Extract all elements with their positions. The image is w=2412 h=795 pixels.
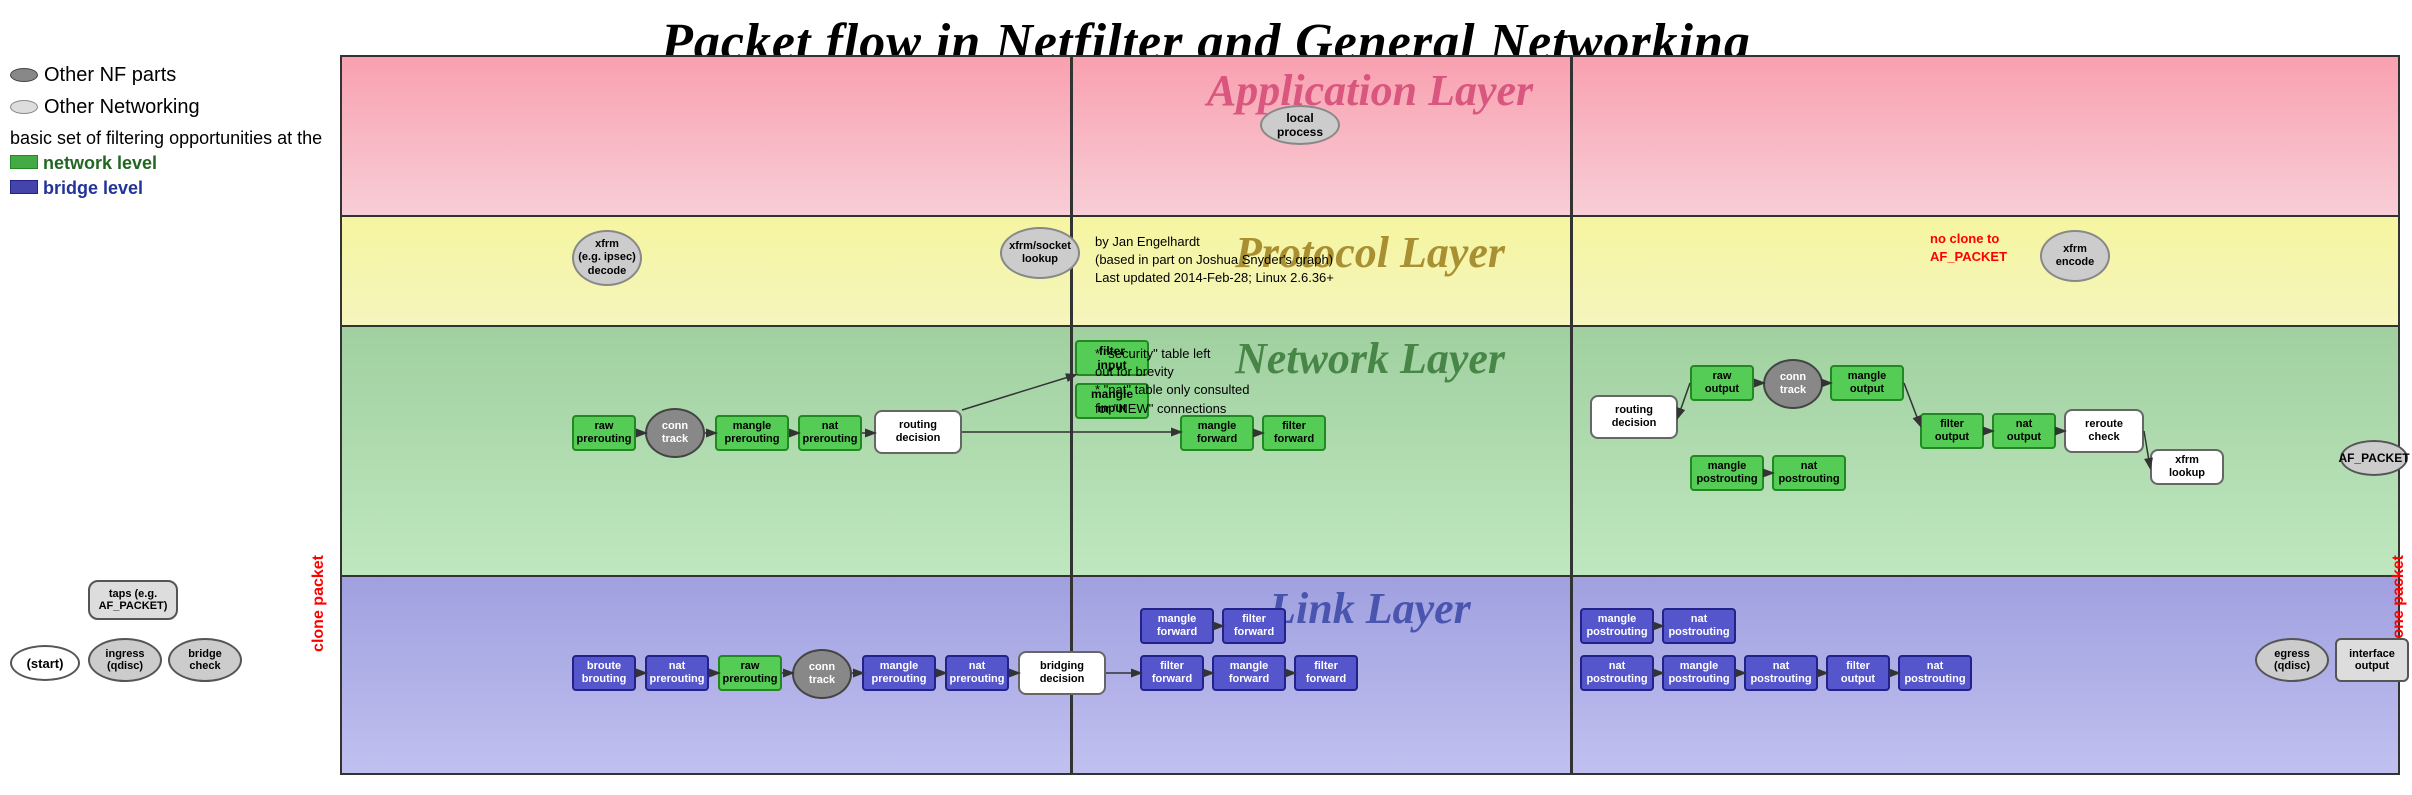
- legend-net-icon: [10, 100, 38, 114]
- layer-network-label: Network Layer: [342, 327, 2398, 384]
- node-filter-forward-link2: filterforward: [1294, 655, 1358, 691]
- node-nat-postrouting-link: natpostrouting: [1580, 655, 1654, 691]
- node-conntrack-out: conntrack: [1763, 359, 1823, 409]
- diagram: Application Layer Protocol Layer Network…: [340, 55, 2400, 775]
- node-nat-postrouting-net: natpostrouting: [1772, 455, 1846, 491]
- node-routing-decision-out: routingdecision: [1590, 395, 1678, 439]
- node-raw-prerouting-net: rawprerouting: [572, 415, 636, 451]
- node-nat-output: natoutput: [1992, 413, 2056, 449]
- node-mangle-forward-link: mangleforward: [1212, 655, 1286, 691]
- node-routing-decision-net: routingdecision: [874, 410, 962, 454]
- node-nat-postrouting-link3: natpostrouting: [1898, 655, 1972, 691]
- node-filter-output-link: filteroutput: [1826, 655, 1890, 691]
- legend-nf-icon: [10, 68, 38, 82]
- legend-blue-icon: [10, 180, 38, 194]
- node-af-packet-right: AF_PACKET: [2340, 440, 2408, 476]
- node-xfrm-encode: xfrmencode: [2040, 230, 2110, 282]
- node-xfrm-socket-lookup: xfrm/socketlookup: [1000, 227, 1080, 279]
- legend-green-icon: [10, 155, 38, 169]
- node-xfrm-decode: xfrm(e.g. ipsec)decode: [572, 230, 642, 286]
- node-mangle-output-net: mangleoutput: [1830, 365, 1904, 401]
- node-nat-postrouting-link-upper: natpostrouting: [1662, 608, 1736, 644]
- legend-net-label: Other Networking: [44, 92, 200, 122]
- node-mangle-prerouting-link: mangleprerouting: [862, 655, 936, 691]
- node-raw-output-net: rawoutput: [1690, 365, 1754, 401]
- node-egress-qdisc: egress(qdisc): [2255, 638, 2329, 682]
- divider-2: [1570, 55, 1573, 775]
- node-filter-output: filteroutput: [1920, 413, 1984, 449]
- node-nat-prerouting-link: natprerouting: [645, 655, 709, 691]
- clone-label-left: clone packet: [310, 555, 328, 652]
- node-nat-prerouting-net: natprerouting: [798, 415, 862, 451]
- node-mangle-forward-net: mangleforward: [1180, 415, 1254, 451]
- note-security: * "security" table left out for brevity …: [1095, 345, 1250, 418]
- node-raw-prerouting-link: rawprerouting: [718, 655, 782, 691]
- legend-network-level: network level: [43, 153, 157, 173]
- node-filter-forward-link-upper: filterforward: [1222, 608, 1286, 644]
- node-bridging-decision: bridgingdecision: [1018, 651, 1106, 695]
- node-broute-brouting: broutebrouting: [572, 655, 636, 691]
- note-no-clone: no clone to AF_PACKET: [1930, 230, 2007, 266]
- node-xfrm-lookup: xfrmlookup: [2150, 449, 2224, 485]
- legend-panel: Other NF parts Other Networking basic se…: [10, 60, 322, 202]
- node-mangle-postrouting-net: manglepostrouting: [1690, 455, 1764, 491]
- node-mangle-prerouting-net: mangleprerouting: [715, 415, 789, 451]
- node-start: (start): [10, 645, 80, 681]
- legend-nf-label: Other NF parts: [44, 60, 176, 90]
- layer-application: Application Layer: [340, 55, 2400, 225]
- legend-bridge-level: bridge level: [43, 178, 143, 198]
- node-bridge-check: bridgecheck: [168, 638, 242, 682]
- node-reroute-check: reroutecheck: [2064, 409, 2144, 453]
- node-local-process: localprocess: [1260, 105, 1340, 145]
- layer-network: Network Layer: [340, 325, 2400, 585]
- node-taps-af-packet: taps (e.g.AF_PACKET): [88, 580, 178, 620]
- node-mangle-forward-link-upper: mangleforward: [1140, 608, 1214, 644]
- node-mangle-postrouting-link-upper: manglepostrouting: [1580, 608, 1654, 644]
- node-mangle-postrouting-link: manglepostrouting: [1662, 655, 1736, 691]
- legend-filter-desc: basic set of filtering opportunities at …: [10, 128, 322, 148]
- node-conntrack-link: conntrack: [792, 649, 852, 699]
- node-nat-prerouting-link2: natprerouting: [945, 655, 1009, 691]
- note-author: by Jan Engelhardt (based in part on Josh…: [1095, 233, 1334, 288]
- node-nat-postrouting-link2: natpostrouting: [1744, 655, 1818, 691]
- layer-app-label: Application Layer: [342, 57, 2398, 116]
- node-conntrack-net: conntrack: [645, 408, 705, 458]
- node-interface-output: interfaceoutput: [2335, 638, 2409, 682]
- layer-link-label: Link Layer: [342, 577, 2398, 634]
- node-filter-forward-link: filterforward: [1140, 655, 1204, 691]
- node-ingress-qdisc: ingress(qdisc): [88, 638, 162, 682]
- node-filter-forward-net: filterforward: [1262, 415, 1326, 451]
